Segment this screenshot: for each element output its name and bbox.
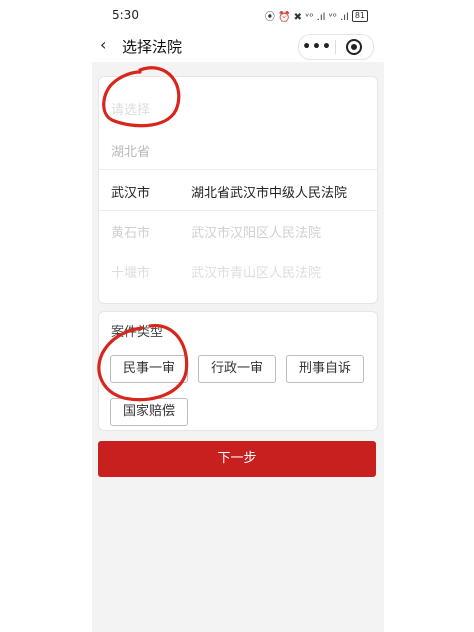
status-icons: ⦿ ⏰ ✖ ᵛᵒ .ıl ᵛᵒ .ıl 81 bbox=[265, 8, 368, 23]
next-step-button[interactable]: 下一步 bbox=[98, 441, 376, 477]
picker-court: 湖北省武汉市中级人民法院 bbox=[191, 186, 348, 201]
signal-icons: ⦿ ⏰ ✖ ᵛᵒ .ıl ᵛᵒ .ıl bbox=[264, 12, 349, 23]
case-type-title: 案件类型 bbox=[111, 325, 164, 340]
picker-row[interactable]: 湖北省 bbox=[99, 129, 377, 169]
miniprogram-capsule: ••• bbox=[298, 34, 374, 60]
status-bar: 5:30 ⦿ ⏰ ✖ ᵛᵒ .ıl ᵛᵒ .ıl 81 bbox=[92, 0, 384, 30]
picker-placeholder-row: 请选择 bbox=[99, 87, 377, 127]
case-type-state-compensation[interactable]: 国家赔偿 bbox=[110, 398, 188, 426]
case-type-civil-first-instance[interactable]: 民事一审 bbox=[110, 355, 188, 383]
court-picker[interactable]: 请选择 湖北省 武汉市 湖北省武汉市中级人民法院 黄石市 武汉市汉阳区人民法院 … bbox=[98, 76, 378, 304]
picker-row[interactable]: 十堰市 武汉市青山区人民法院 bbox=[99, 250, 377, 290]
chevron-left-icon[interactable]: ‹ bbox=[100, 37, 116, 53]
picker-row-selected[interactable]: 武汉市 湖北省武汉市中级人民法院 bbox=[99, 169, 377, 211]
battery-icon: 81 bbox=[351, 9, 368, 22]
more-icon[interactable]: ••• bbox=[299, 39, 335, 55]
picker-row[interactable]: 黄石市 武汉市汉阳区人民法院 bbox=[99, 210, 377, 250]
picker-province: 武汉市 bbox=[111, 186, 151, 201]
picker-court: 武汉市青山区人民法院 bbox=[191, 266, 322, 281]
status-time: 5:30 bbox=[112, 8, 139, 22]
nav-bar: ‹ 选择法院 ••• bbox=[92, 30, 384, 62]
picker-placeholder: 请选择 bbox=[111, 103, 151, 118]
picker-court: 武汉市汉阳区人民法院 bbox=[191, 226, 322, 241]
case-type-section: 案件类型 民事一审 行政一审 刑事自诉 国家赔偿 bbox=[98, 311, 378, 431]
close-miniprogram-button[interactable] bbox=[336, 39, 372, 55]
case-type-administrative-first-instance[interactable]: 行政一审 bbox=[198, 355, 276, 383]
picker-province: 十堰市 bbox=[111, 266, 151, 281]
case-type-private-prosecution[interactable]: 刑事自诉 bbox=[286, 355, 364, 383]
picker-province: 湖北省 bbox=[111, 145, 151, 160]
page-title: 选择法院 bbox=[122, 38, 183, 56]
target-icon bbox=[346, 39, 362, 55]
picker-province: 黄石市 bbox=[111, 226, 151, 241]
